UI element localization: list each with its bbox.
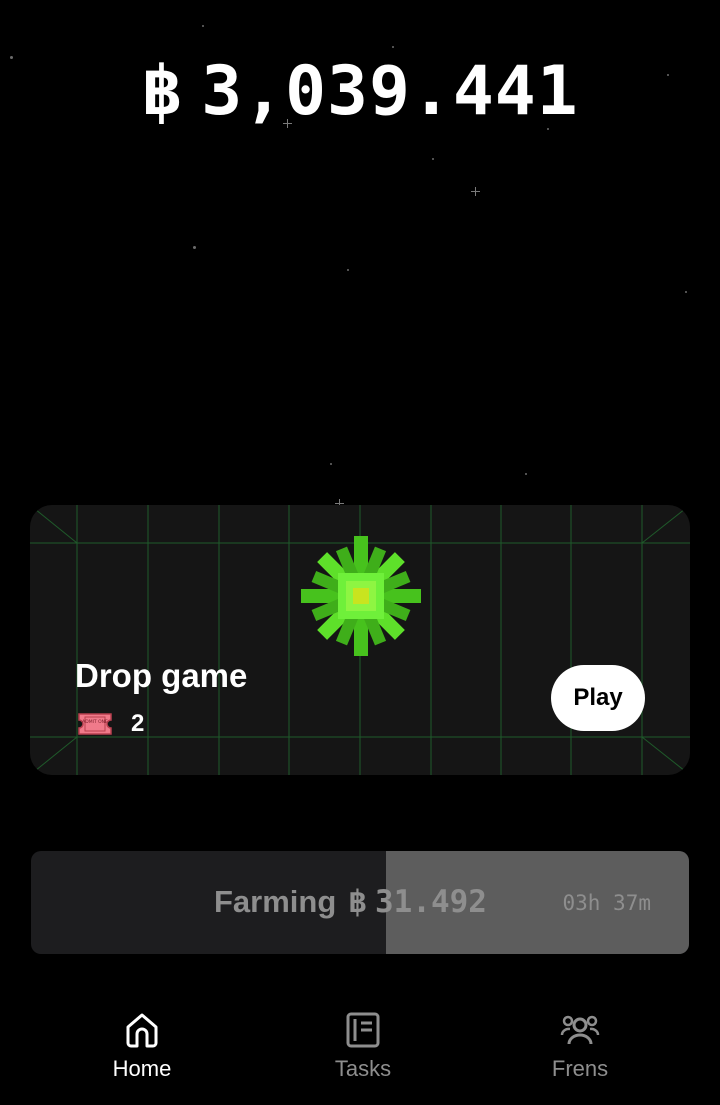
tasks-icon [346,1012,380,1048]
drop-game-card[interactable]: Drop game ADMIT ONE 2 Play [30,505,690,775]
farming-time-left: 03h 37m [562,891,651,915]
balance-display: ฿ 3,039.441 [0,52,720,131]
ticket-count: 2 [131,710,145,737]
nav-tasks-label: Tasks [334,1056,392,1081]
farming-label: Farming ฿ 31.492 [214,884,487,920]
farming-symbol: ฿ [348,884,367,920]
bottom-nav: Home Tasks Frens [0,1000,720,1105]
admit-one-ticket-icon: ADMIT ONE [78,713,112,735]
farming-amount: 31.492 [374,884,487,920]
ticket-counter: ADMIT ONE 2 [77,710,144,738]
farming-button[interactable]: Farming ฿ 31.492 03h 37m [31,851,689,954]
nav-home-label: Home [112,1056,172,1081]
balance-amount: 3,039.441 [201,52,579,131]
drop-flower-icon [301,536,421,656]
nav-tasks[interactable]: Tasks [288,1010,438,1082]
balance-currency-symbol: ฿ [141,52,184,131]
frens-icon [560,1015,600,1045]
home-icon [126,1013,158,1048]
ticket-text: ADMIT ONE [82,719,108,725]
nav-frens-label: Frens [551,1056,609,1081]
farming-word: Farming [214,884,337,919]
play-button[interactable]: Play [551,665,645,731]
nav-home[interactable]: Home [67,1010,217,1082]
drop-game-title: Drop game [75,657,248,694]
nav-frens[interactable]: Frens [505,1010,655,1082]
